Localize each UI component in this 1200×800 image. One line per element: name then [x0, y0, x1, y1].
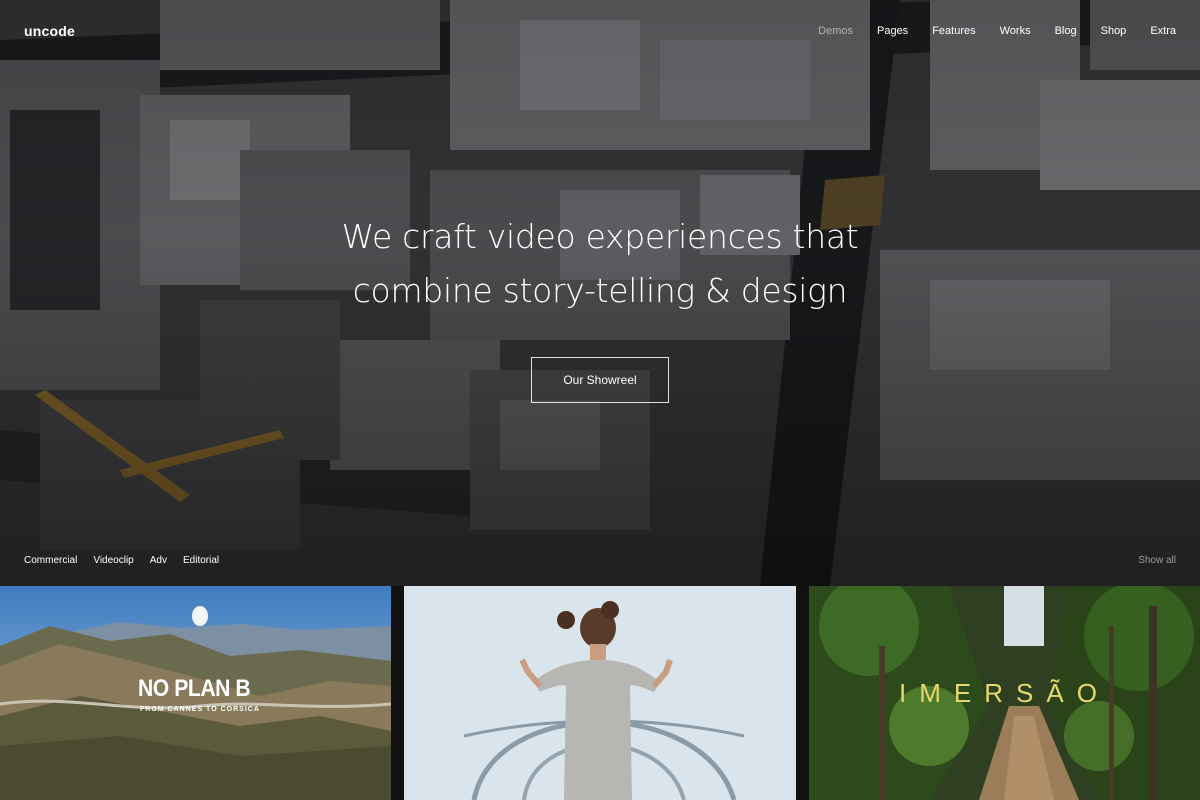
site-logo[interactable]: uncode: [24, 23, 75, 39]
show-all-link[interactable]: Show all: [1138, 555, 1176, 566]
menu-item-shop[interactable]: Shop: [1101, 25, 1127, 37]
filter-editorial[interactable]: Editorial: [183, 555, 219, 566]
menu-item-extra[interactable]: Extra: [1150, 25, 1176, 37]
portfolio-title-imersao: IMERSÃO: [899, 678, 1110, 708]
portfolio-grid: NO PLAN B FROM CANNES TO CORSICA IMERSÃO: [0, 586, 1200, 800]
portfolio-item-dancer[interactable]: [404, 586, 796, 800]
menu-item-works[interactable]: Works: [1000, 25, 1031, 37]
our-showreel-button[interactable]: Our Showreel: [531, 357, 669, 403]
hero-headline-line-2: combine story-telling & design: [352, 271, 848, 310]
filter-videoclip[interactable]: Videoclip: [93, 555, 133, 566]
hero-section: uncode Demos Pages Features Works Blog S…: [0, 0, 1200, 586]
portfolio-item-imersao[interactable]: IMERSÃO: [809, 586, 1200, 800]
menu-item-features[interactable]: Features: [932, 25, 975, 37]
portfolio-filters: Commercial Videoclip Adv Editorial: [24, 555, 219, 566]
menu-item-blog[interactable]: Blog: [1055, 25, 1077, 37]
menu-item-demos[interactable]: Demos: [818, 25, 853, 37]
woman-dancing-image: [404, 586, 796, 800]
filter-commercial[interactable]: Commercial: [24, 555, 77, 566]
portfolio-subtitle-no-plan-b: FROM CANNES TO CORSICA: [140, 706, 260, 713]
portfolio-title-no-plan-b: NO PLAN B: [138, 675, 251, 702]
main-menu: Demos Pages Features Works Blog Shop Ext…: [794, 25, 1176, 37]
filter-adv[interactable]: Adv: [150, 555, 167, 566]
portfolio-item-no-plan-b[interactable]: NO PLAN B FROM CANNES TO CORSICA: [0, 586, 391, 800]
hero-headline: We craft video experiences that combine …: [0, 210, 1200, 318]
hero-headline-line-1: We craft video experiences that: [341, 217, 859, 256]
menu-item-pages[interactable]: Pages: [877, 25, 908, 37]
top-navigation: uncode Demos Pages Features Works Blog S…: [0, 0, 1200, 62]
